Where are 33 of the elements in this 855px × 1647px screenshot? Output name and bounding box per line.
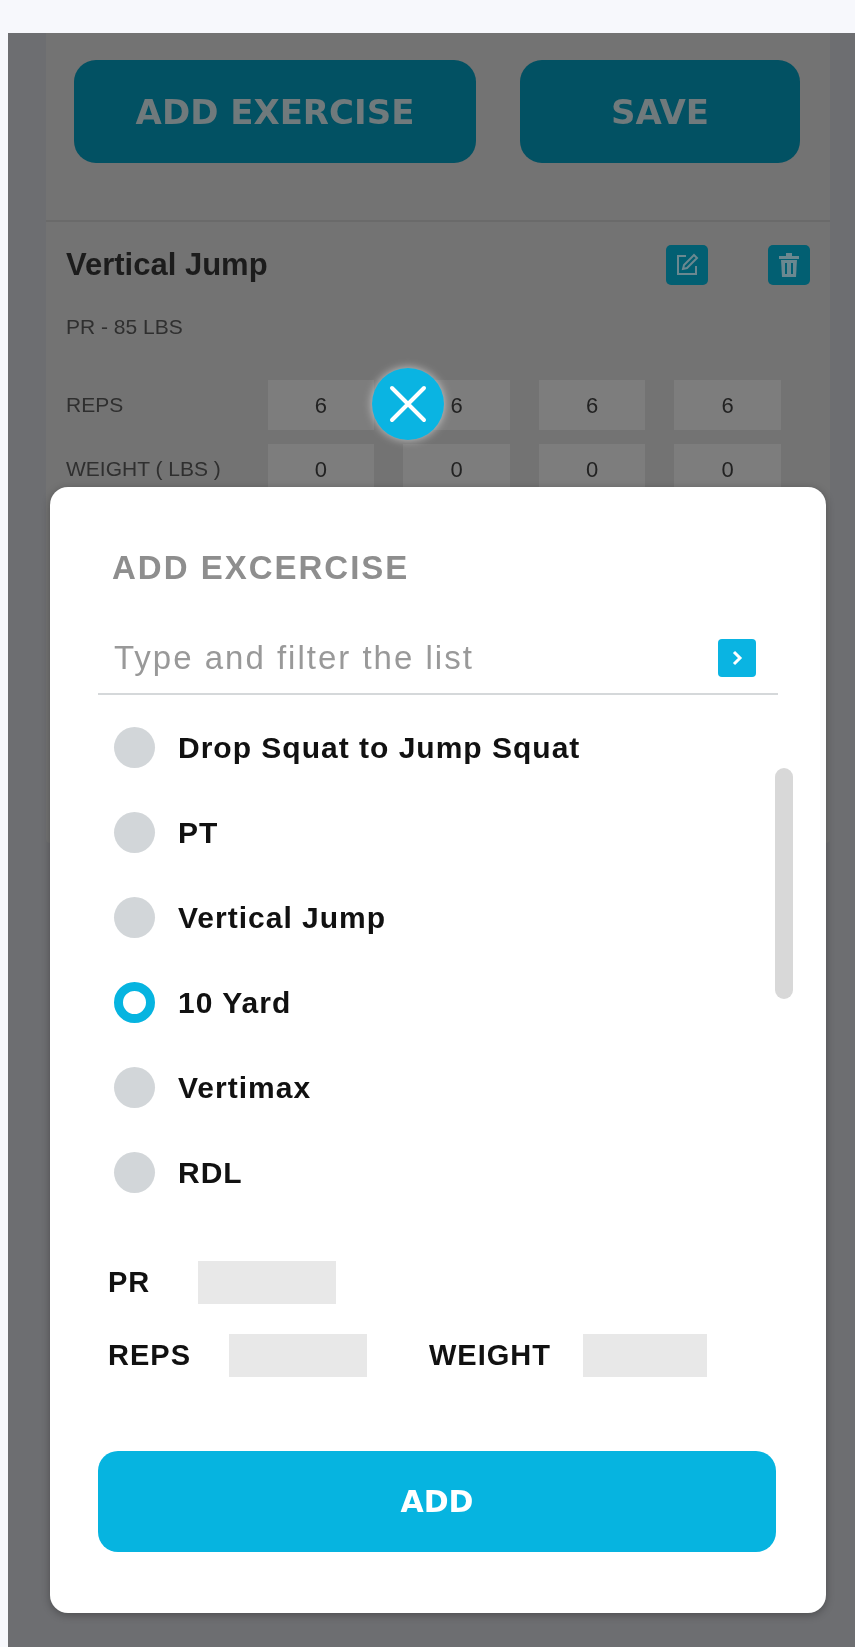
option-label[interactable]: Vertical Jump [178,894,387,940]
edit-icon[interactable] [666,245,708,286]
reps-label: REPS [108,1338,191,1373]
radio-button[interactable] [114,981,155,1023]
scrollbar[interactable] [775,767,793,999]
option-label[interactable]: RDL [178,1149,243,1195]
pr-text: PR - 85 LBS [66,313,184,340]
option-label[interactable]: Vertimax [178,1064,312,1110]
next-button[interactable] [718,638,756,677]
exercise-title: Vertical Jump [66,246,269,284]
weight-label: WEIGHT [429,1338,551,1373]
chevron-right-icon[interactable] [731,649,743,666]
radio-button[interactable] [114,811,155,853]
option-label[interactable]: Drop Squat to Jump Squat [178,724,581,770]
value-cell[interactable]: 6 [267,380,375,430]
row-label: REPS [66,392,125,419]
modal-title: ADD EXCERCISE [112,548,411,588]
radio-button[interactable] [114,1066,155,1108]
option-label[interactable]: 10 Yard [178,979,292,1025]
add-exercise-button[interactable]: ADD EXERCISE [74,60,476,163]
filter-field[interactable]: Type and filter the list [112,631,718,684]
save-button[interactable]: SAVE [520,60,800,163]
option-label[interactable]: PT [178,809,219,855]
radio-button[interactable] [114,726,155,768]
add-button[interactable]: ADD [98,1450,776,1552]
row-label: WEIGHT ( LBS ) [66,456,222,483]
close-icon[interactable] [389,385,427,423]
value-cell[interactable]: 6 [674,380,782,430]
trash-icon[interactable] [768,245,810,286]
value-cell[interactable]: 6 [538,380,646,430]
radio-button[interactable] [114,896,155,938]
pr-label: PR [108,1264,151,1300]
radio-button[interactable] [114,1151,155,1193]
